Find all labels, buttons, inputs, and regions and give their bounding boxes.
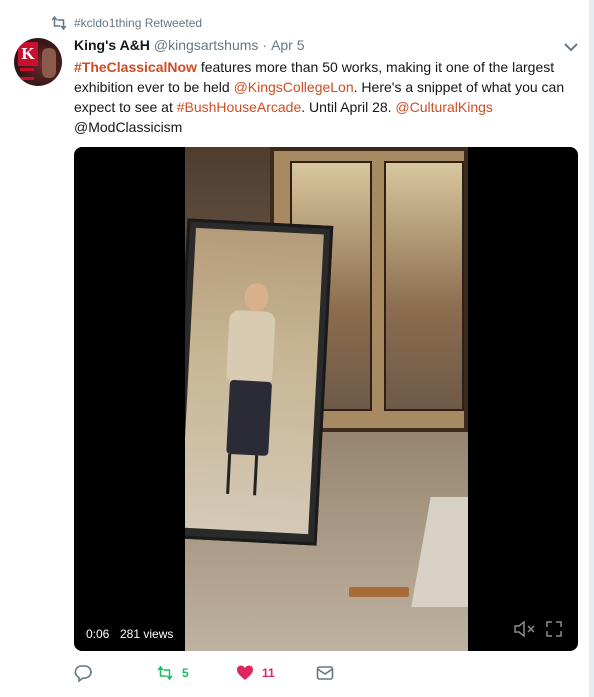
video-frame	[185, 147, 468, 651]
like-count: 11	[262, 666, 275, 680]
logo-bars	[20, 68, 34, 80]
reply-button[interactable]	[74, 664, 92, 682]
book	[349, 587, 409, 597]
mention-link[interactable]: @KingsCollegeLon	[234, 79, 354, 95]
retweet-button[interactable]: 5	[156, 664, 189, 682]
author-handle[interactable]: @kingsartshums	[154, 37, 258, 53]
tweet-text: #TheClassicalNow features more than 50 w…	[74, 57, 574, 137]
hashtag-link[interactable]: #BushHouseArcade	[177, 99, 302, 115]
envelope-icon	[316, 666, 334, 680]
retweet-count: 5	[182, 666, 189, 680]
text-segment: @ModClassicism	[74, 119, 183, 135]
mention-link[interactable]: @CulturalKings	[395, 99, 492, 115]
retweet-icon	[157, 665, 173, 681]
chevron-down-icon[interactable]	[562, 40, 580, 54]
retweet-context[interactable]: #kcldo1thing Retweeted	[50, 14, 202, 32]
text-segment: . Until April 28.	[301, 99, 396, 115]
avatar[interactable]: K	[14, 38, 62, 86]
like-button[interactable]: 11	[236, 664, 275, 682]
direct-message-button[interactable]	[316, 664, 334, 682]
fullscreen-icon[interactable]	[545, 620, 563, 638]
photo-panel	[185, 218, 334, 546]
retweet-icon	[51, 16, 67, 30]
view-count: 281 views	[116, 626, 178, 642]
author-name[interactable]: King's A&H	[74, 37, 150, 53]
separator-dot: ·	[262, 37, 268, 53]
video-player[interactable]: 0:06 281 views	[74, 147, 578, 651]
video-time: 0:06	[82, 626, 114, 642]
hashtag-link[interactable]: #TheClassicalNow	[74, 59, 197, 75]
tweet-date[interactable]: Apr 5	[271, 37, 304, 53]
tweet-actions: 5 11	[74, 664, 584, 686]
avatar-figure	[42, 48, 56, 78]
tweet-card: #kcldo1thing Retweeted K King's A&H @kin…	[0, 0, 590, 697]
reply-icon	[74, 665, 92, 682]
retweet-context-text: #kcldo1thing Retweeted	[74, 16, 203, 30]
heart-icon	[237, 665, 253, 680]
volume-muted-icon[interactable]	[513, 620, 537, 638]
tweet-header: King's A&H @kingsartshums · Apr 5	[74, 37, 305, 57]
kings-logo: K	[18, 42, 38, 66]
